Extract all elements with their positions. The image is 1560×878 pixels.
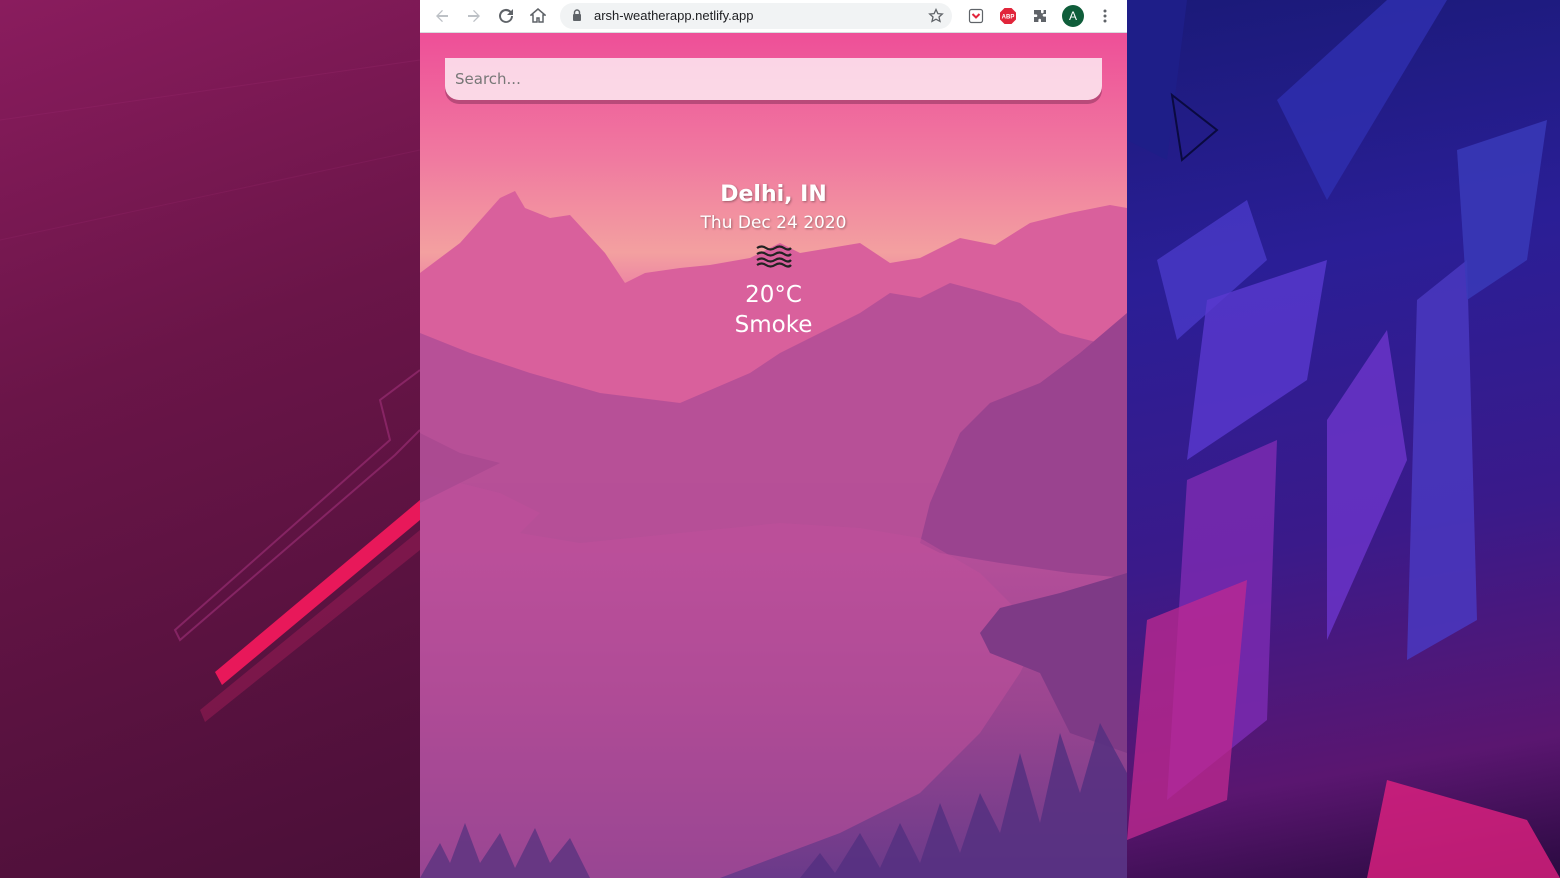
mountain-background bbox=[420, 191, 1127, 878]
date-label: Thu Dec 24 2020 bbox=[700, 213, 847, 233]
more-vertical-icon bbox=[1103, 9, 1107, 23]
browser-toolbar: arsh-weatherapp.netlify.app ABP A bbox=[420, 0, 1127, 33]
adblock-extension-button[interactable]: ABP bbox=[996, 4, 1020, 28]
location-title: Delhi, IN bbox=[720, 182, 827, 207]
wallpaper-graphic bbox=[0, 59, 420, 722]
avatar: A bbox=[1062, 5, 1084, 27]
arrow-left-icon bbox=[436, 10, 448, 22]
lock-icon bbox=[573, 9, 581, 21]
address-bar[interactable]: arsh-weatherapp.netlify.app bbox=[560, 3, 952, 29]
home-icon bbox=[530, 8, 546, 23]
adblock-icon: ABP bbox=[1000, 8, 1016, 24]
wallpaper-graphic bbox=[1127, 0, 1560, 878]
weather-description: Smoke bbox=[734, 312, 813, 338]
browser-window: arsh-weatherapp.netlify.app ABP A Search… bbox=[420, 0, 1127, 878]
url-text: arsh-weatherapp.netlify.app bbox=[594, 8, 754, 23]
weather-panel: Delhi, IN Thu Dec 24 2020 20°C Smoke bbox=[420, 181, 1127, 340]
home-button[interactable] bbox=[526, 4, 550, 28]
svg-text:ABP: ABP bbox=[1002, 15, 1015, 21]
avatar-initial: A bbox=[1068, 9, 1077, 23]
forward-button[interactable] bbox=[462, 4, 486, 28]
pocket-icon bbox=[968, 8, 984, 24]
profile-button[interactable]: A bbox=[1061, 4, 1085, 28]
extensions-button[interactable] bbox=[1028, 4, 1052, 28]
back-button[interactable] bbox=[430, 4, 454, 28]
page-viewport: Delhi, IN Thu Dec 24 2020 20°C Smoke bbox=[420, 33, 1127, 878]
arrow-right-icon bbox=[468, 10, 480, 22]
star-icon[interactable] bbox=[928, 8, 944, 24]
reload-button[interactable] bbox=[494, 4, 518, 28]
weather-icon-container bbox=[420, 244, 1127, 274]
reload-icon bbox=[499, 8, 513, 23]
menu-button[interactable] bbox=[1093, 4, 1117, 28]
puzzle-icon bbox=[1034, 10, 1046, 22]
desktop-wallpaper-left bbox=[0, 0, 420, 878]
temperature-value: 20°C bbox=[745, 282, 802, 308]
search-input[interactable] bbox=[445, 58, 1102, 100]
mist-icon bbox=[755, 245, 792, 268]
pocket-extension-button[interactable] bbox=[964, 4, 988, 28]
desktop-wallpaper-right bbox=[1127, 0, 1560, 878]
